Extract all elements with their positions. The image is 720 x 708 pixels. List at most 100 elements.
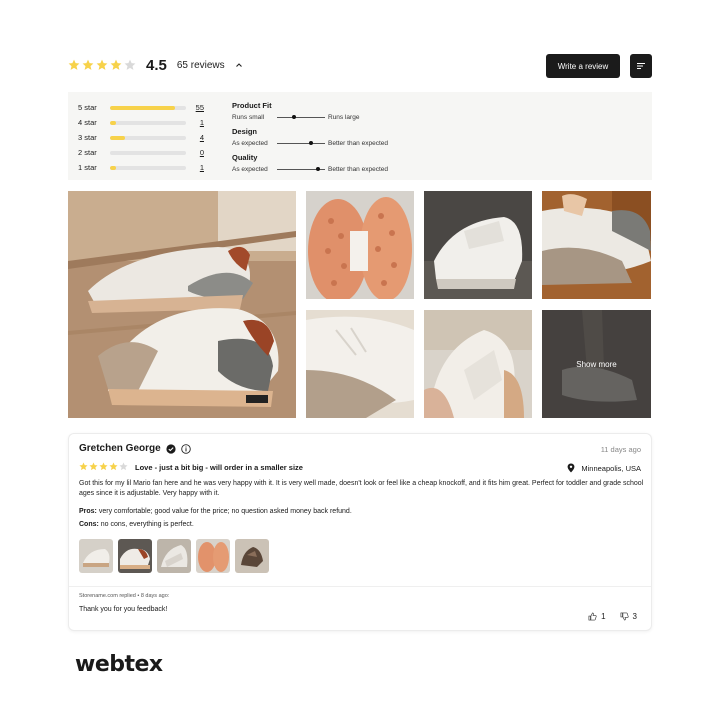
distribution-label: 3 star (78, 133, 97, 142)
upvote-count: 1 (601, 612, 606, 621)
distribution-bar (110, 150, 186, 155)
info-icon[interactable] (180, 443, 191, 454)
distribution-count[interactable]: 55 (192, 103, 204, 112)
thumbs-down-icon[interactable] (620, 612, 629, 621)
fit-marker (291, 115, 296, 119)
star-icon (82, 59, 94, 71)
fit-marker (315, 167, 320, 171)
cons-label: Cons: (79, 521, 99, 528)
gallery-photo-3[interactable] (424, 191, 532, 299)
fit-track (277, 115, 325, 119)
fit-left-label: As expected (232, 165, 268, 173)
write-review-button[interactable]: Write a review (546, 54, 620, 78)
review-stars (79, 462, 128, 471)
review-votes: 1 3 (588, 612, 637, 621)
fit-title: Quality (232, 153, 258, 162)
star-icon (96, 59, 108, 71)
distribution-row-2[interactable]: 2 star 0 (78, 145, 218, 160)
distribution-row-1[interactable]: 1 star 1 (78, 160, 218, 175)
distribution-count[interactable]: 1 (192, 163, 204, 172)
gallery-photo-4[interactable] (542, 191, 651, 299)
chevron-up-icon[interactable] (231, 57, 247, 73)
review-pros: Pros: very comfortable; good value for t… (79, 508, 352, 515)
fit-ratings: Product Fit Runs small Runs large Design… (232, 101, 432, 179)
distribution-bar (110, 165, 186, 170)
star-icon (109, 462, 118, 471)
distribution-label: 5 star (78, 103, 97, 112)
gallery-photo-show-more[interactable]: Show more (542, 310, 651, 418)
distribution-fill (110, 120, 117, 125)
distribution-label: 4 star (78, 118, 97, 127)
review-photo-thumb[interactable] (157, 539, 191, 573)
fit-scale: Runs small Runs large (232, 112, 432, 122)
distribution-row-4[interactable]: 4 star 1 (78, 115, 218, 130)
verified-badge-icon (166, 443, 176, 454)
rating-header: 4.5 65 reviews Write a review (68, 52, 652, 78)
brand-logo: webtex (75, 652, 163, 677)
fit-right-label: Better than expected (328, 139, 388, 147)
review-photo-thumb[interactable] (118, 539, 152, 573)
distribution-fill (110, 165, 117, 170)
fit-track (277, 167, 325, 171)
review-photo-thumb[interactable] (79, 539, 113, 573)
reviewer-name: Gretchen George (79, 443, 161, 454)
distribution-fill (110, 135, 126, 140)
star-icon (119, 462, 128, 471)
fit-product-fit: Product Fit Runs small Runs large (232, 101, 432, 122)
fit-marker (308, 141, 313, 145)
review-photo-thumb[interactable] (196, 539, 230, 573)
review-location: Minneapolis, USA (567, 463, 641, 473)
distribution-fill (110, 105, 175, 110)
thumbs-up-icon[interactable] (588, 612, 597, 621)
location-text: Minneapolis, USA (581, 463, 641, 473)
cons-text: no cons, everything is perfect. (98, 521, 194, 528)
fit-left-label: As expected (232, 139, 268, 147)
review-photo-thumb[interactable] (235, 539, 269, 573)
gallery-photo-2[interactable] (306, 191, 414, 299)
distribution-count[interactable]: 1 (192, 118, 204, 127)
review-title: Love - just a bit big - will order in a … (135, 463, 303, 472)
reviewer: Gretchen George (79, 443, 191, 454)
fit-title: Product Fit (232, 101, 272, 110)
fit-quality: Quality As expected Better than expected (232, 153, 432, 174)
fit-track (277, 141, 325, 145)
store-reply-text: Thank you for you feedback! (79, 606, 168, 613)
review-card: Gretchen George 11 days ago Love - just … (68, 433, 652, 631)
fit-scale: As expected Better than expected (232, 164, 432, 174)
distribution-count[interactable]: 4 (192, 133, 204, 142)
star-icon (68, 59, 80, 71)
star-icon (79, 462, 88, 471)
fit-design: Design As expected Better than expected (232, 127, 432, 148)
fit-left-label: Runs small (232, 113, 265, 121)
review-cons: Cons: no cons, everything is perfect. (79, 521, 194, 528)
distribution-bar (110, 105, 186, 110)
distribution-row-5[interactable]: 5 star 55 (78, 100, 218, 115)
star-icon (124, 59, 136, 71)
filter-icon (636, 57, 646, 75)
distribution-count[interactable]: 0 (192, 148, 204, 157)
distribution-label: 1 star (78, 163, 97, 172)
show-more-label[interactable]: Show more (542, 310, 651, 418)
star-icon (89, 462, 98, 471)
reply-divider (69, 586, 651, 587)
downvote-count: 3 (632, 612, 637, 621)
review-body: Got this for my lil Mario fan here and h… (79, 480, 644, 497)
review-date: 11 days ago (600, 445, 641, 454)
gallery-photo-main[interactable] (68, 191, 296, 418)
distribution-bar (110, 120, 186, 125)
pros-label: Pros: (79, 508, 97, 515)
location-pin-icon (567, 463, 575, 473)
star-icon (110, 59, 122, 71)
fit-title: Design (232, 127, 258, 136)
distribution-label: 2 star (78, 148, 97, 157)
sort-filter-button[interactable] (630, 54, 652, 78)
distribution-row-3[interactable]: 3 star 4 (78, 130, 218, 145)
average-rating-value: 4.5 (146, 56, 167, 74)
average-rating-stars (68, 59, 136, 71)
store-reply-meta: Storename.com replied • 8 days ago: (79, 593, 170, 599)
gallery-photo-5[interactable] (306, 310, 414, 418)
fit-scale: As expected Better than expected (232, 138, 432, 148)
review-photos (79, 539, 269, 573)
fit-right-label: Better than expected (328, 165, 388, 173)
gallery-photo-6[interactable] (424, 310, 532, 418)
